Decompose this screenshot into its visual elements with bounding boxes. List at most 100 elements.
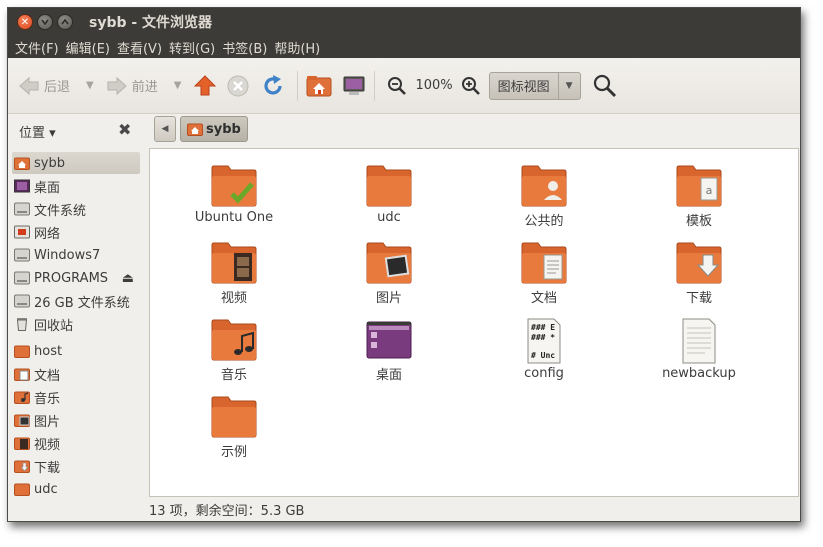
network-icon: [14, 225, 30, 239]
file-icon-view[interactable]: Ubuntu One udc 公共的 a 模板 视频 图片 文档 下载 音乐 桌…: [149, 148, 799, 497]
file-item-label: newbackup: [662, 366, 736, 381]
sidebar-item-label: 回收站: [34, 318, 74, 334]
sidebar-item-pictures[interactable]: 图片: [12, 409, 140, 431]
svg-text:a: a: [706, 184, 713, 197]
file-item-desktop[interactable]: 桌面: [312, 318, 466, 392]
menu-edit[interactable]: 编辑(E): [63, 38, 113, 57]
file-item-newbackup[interactable]: newbackup: [622, 318, 776, 392]
file-item-label: 示例: [220, 445, 247, 460]
menu-help[interactable]: 帮助(H): [271, 38, 323, 57]
menu-view[interactable]: 查看(V): [114, 38, 165, 57]
sidebar-item-label: 文件系统: [34, 203, 87, 219]
zoom-out-icon[interactable]: [387, 76, 407, 96]
music-folder-icon: [14, 391, 30, 404]
zoom-in-icon[interactable]: [461, 76, 481, 96]
file-item-pictures[interactable]: 图片: [312, 241, 466, 315]
file-item-label: 下载: [685, 291, 712, 306]
window-title: sybb - 文件浏览器: [89, 15, 213, 31]
downloads-folder-icon: [676, 242, 722, 284]
music-folder-icon: [211, 319, 257, 361]
reload-icon[interactable]: [261, 74, 285, 98]
file-item-label: Ubuntu One: [194, 210, 274, 225]
pictures-folder-icon: [366, 242, 412, 284]
sidebar-item-label: 文档: [34, 368, 61, 384]
file-item-label: 图片: [375, 291, 402, 306]
stop-icon[interactable]: [227, 75, 249, 97]
file-item-public[interactable]: 公共的: [467, 164, 621, 238]
toolbar-separator: [297, 70, 299, 101]
sidebar-item-label: host: [34, 343, 63, 359]
sidebar-item-programs[interactable]: PROGRAMS ⏏: [12, 267, 140, 289]
sidebar-item-label: 图片: [34, 414, 61, 430]
file-item-examples[interactable]: 示例: [157, 395, 311, 469]
close-sidebar-icon[interactable]: ✖: [118, 120, 131, 139]
toolbar-separator: [374, 70, 376, 101]
desktop-folder-icon: [366, 321, 412, 359]
menu-bookmarks[interactable]: 书签(B): [219, 38, 270, 57]
home-folder-icon[interactable]: [306, 74, 332, 98]
view-mode-select[interactable]: 图标视图 ▼: [488, 71, 581, 100]
places-sidebar: sybb 桌面 文件系统 网络 Windows7 PROGRAMS ⏏ 26 G…: [8, 150, 142, 521]
file-item-documents[interactable]: 文档: [467, 241, 621, 315]
file-item-videos[interactable]: 视频: [157, 241, 311, 315]
eject-icon[interactable]: ⏏: [122, 271, 134, 286]
breadcrumb-scroll-left-button[interactable]: ◀: [154, 116, 176, 142]
title-bar: ✕ sybb - 文件浏览器: [8, 8, 800, 36]
drive-icon: [14, 294, 30, 308]
menu-file[interactable]: 文件(F): [12, 38, 62, 57]
up-arrow-icon[interactable]: [193, 74, 217, 98]
sidebar-item-documents[interactable]: 文档: [12, 363, 140, 385]
sidebar-item-label: 视频: [34, 437, 61, 453]
sidebar-item-windows7[interactable]: Windows7: [12, 244, 140, 266]
file-item-downloads[interactable]: 下载: [622, 241, 776, 315]
sidebar-item-desktop[interactable]: 桌面: [12, 175, 140, 197]
sidebar-item-label: 26 GB 文件系统: [34, 295, 130, 311]
back-label: 后退: [44, 80, 71, 95]
file-item-config[interactable]: ### E ### * # Unc config: [467, 318, 621, 392]
drive-icon: [14, 202, 30, 216]
forward-label: 前进: [131, 80, 158, 95]
sidebar-item-filesystem[interactable]: 文件系统: [12, 198, 140, 220]
file-item-templates[interactable]: a 模板: [622, 164, 776, 238]
back-history-dropdown-icon[interactable]: ▼: [86, 80, 94, 91]
places-dropdown[interactable]: 位置 ▾: [19, 122, 56, 141]
file-item-udc[interactable]: udc: [312, 164, 466, 238]
breadcrumb-sybb[interactable]: sybb: [180, 116, 248, 142]
forward-button[interactable]: 前进: [106, 75, 158, 97]
documents-folder-icon: [14, 368, 30, 381]
sidebar-item-music[interactable]: 音乐: [12, 386, 140, 408]
sidebar-item-udc[interactable]: udc: [12, 478, 140, 500]
sidebar-item-26gb-filesystem[interactable]: 26 GB 文件系统: [12, 290, 140, 312]
sidebar-item-label: 下载: [34, 460, 61, 476]
sidebar-item-network[interactable]: 网络: [12, 221, 140, 243]
computer-icon[interactable]: [342, 74, 366, 98]
sidebar-item-label: Windows7: [34, 247, 101, 263]
sidebar-item-label: 桌面: [34, 180, 61, 196]
sidebar-item-trash[interactable]: 回收站: [12, 313, 140, 335]
script-line-1: ### E: [531, 323, 555, 332]
file-item-ubuntu-one[interactable]: Ubuntu One: [157, 164, 311, 238]
back-button[interactable]: 后退: [18, 75, 70, 97]
maximize-window-button[interactable]: [57, 14, 73, 30]
drive-icon: [14, 248, 30, 262]
templates-folder-icon: a: [676, 165, 722, 207]
zoom-level: 100%: [415, 78, 453, 93]
sidebar-item-downloads[interactable]: 下载: [12, 455, 140, 477]
search-icon[interactable]: [593, 74, 617, 98]
menu-go[interactable]: 转到(G): [166, 38, 218, 57]
desktop-icon: [14, 179, 30, 193]
file-item-label: 音乐: [220, 368, 247, 383]
close-window-button[interactable]: ✕: [17, 14, 33, 30]
script-file-icon: ### E### * # Unc: [527, 318, 561, 364]
sidebar-item-sybb[interactable]: sybb: [12, 152, 140, 174]
videos-folder-icon: [14, 437, 30, 450]
forward-history-dropdown-icon[interactable]: ▼: [174, 80, 182, 91]
script-line-2: ### *: [531, 333, 555, 342]
sidebar-item-host[interactable]: host: [12, 340, 140, 362]
sidebar-item-videos[interactable]: 视频: [12, 432, 140, 454]
toolbar: 后退 ▼ 前进 ▼ 100% 图标视图 ▼: [8, 58, 800, 114]
minimize-window-button[interactable]: [37, 14, 53, 30]
trash-icon: [16, 318, 28, 331]
file-item-music[interactable]: 音乐: [157, 318, 311, 392]
downloads-folder-icon: [14, 460, 30, 473]
